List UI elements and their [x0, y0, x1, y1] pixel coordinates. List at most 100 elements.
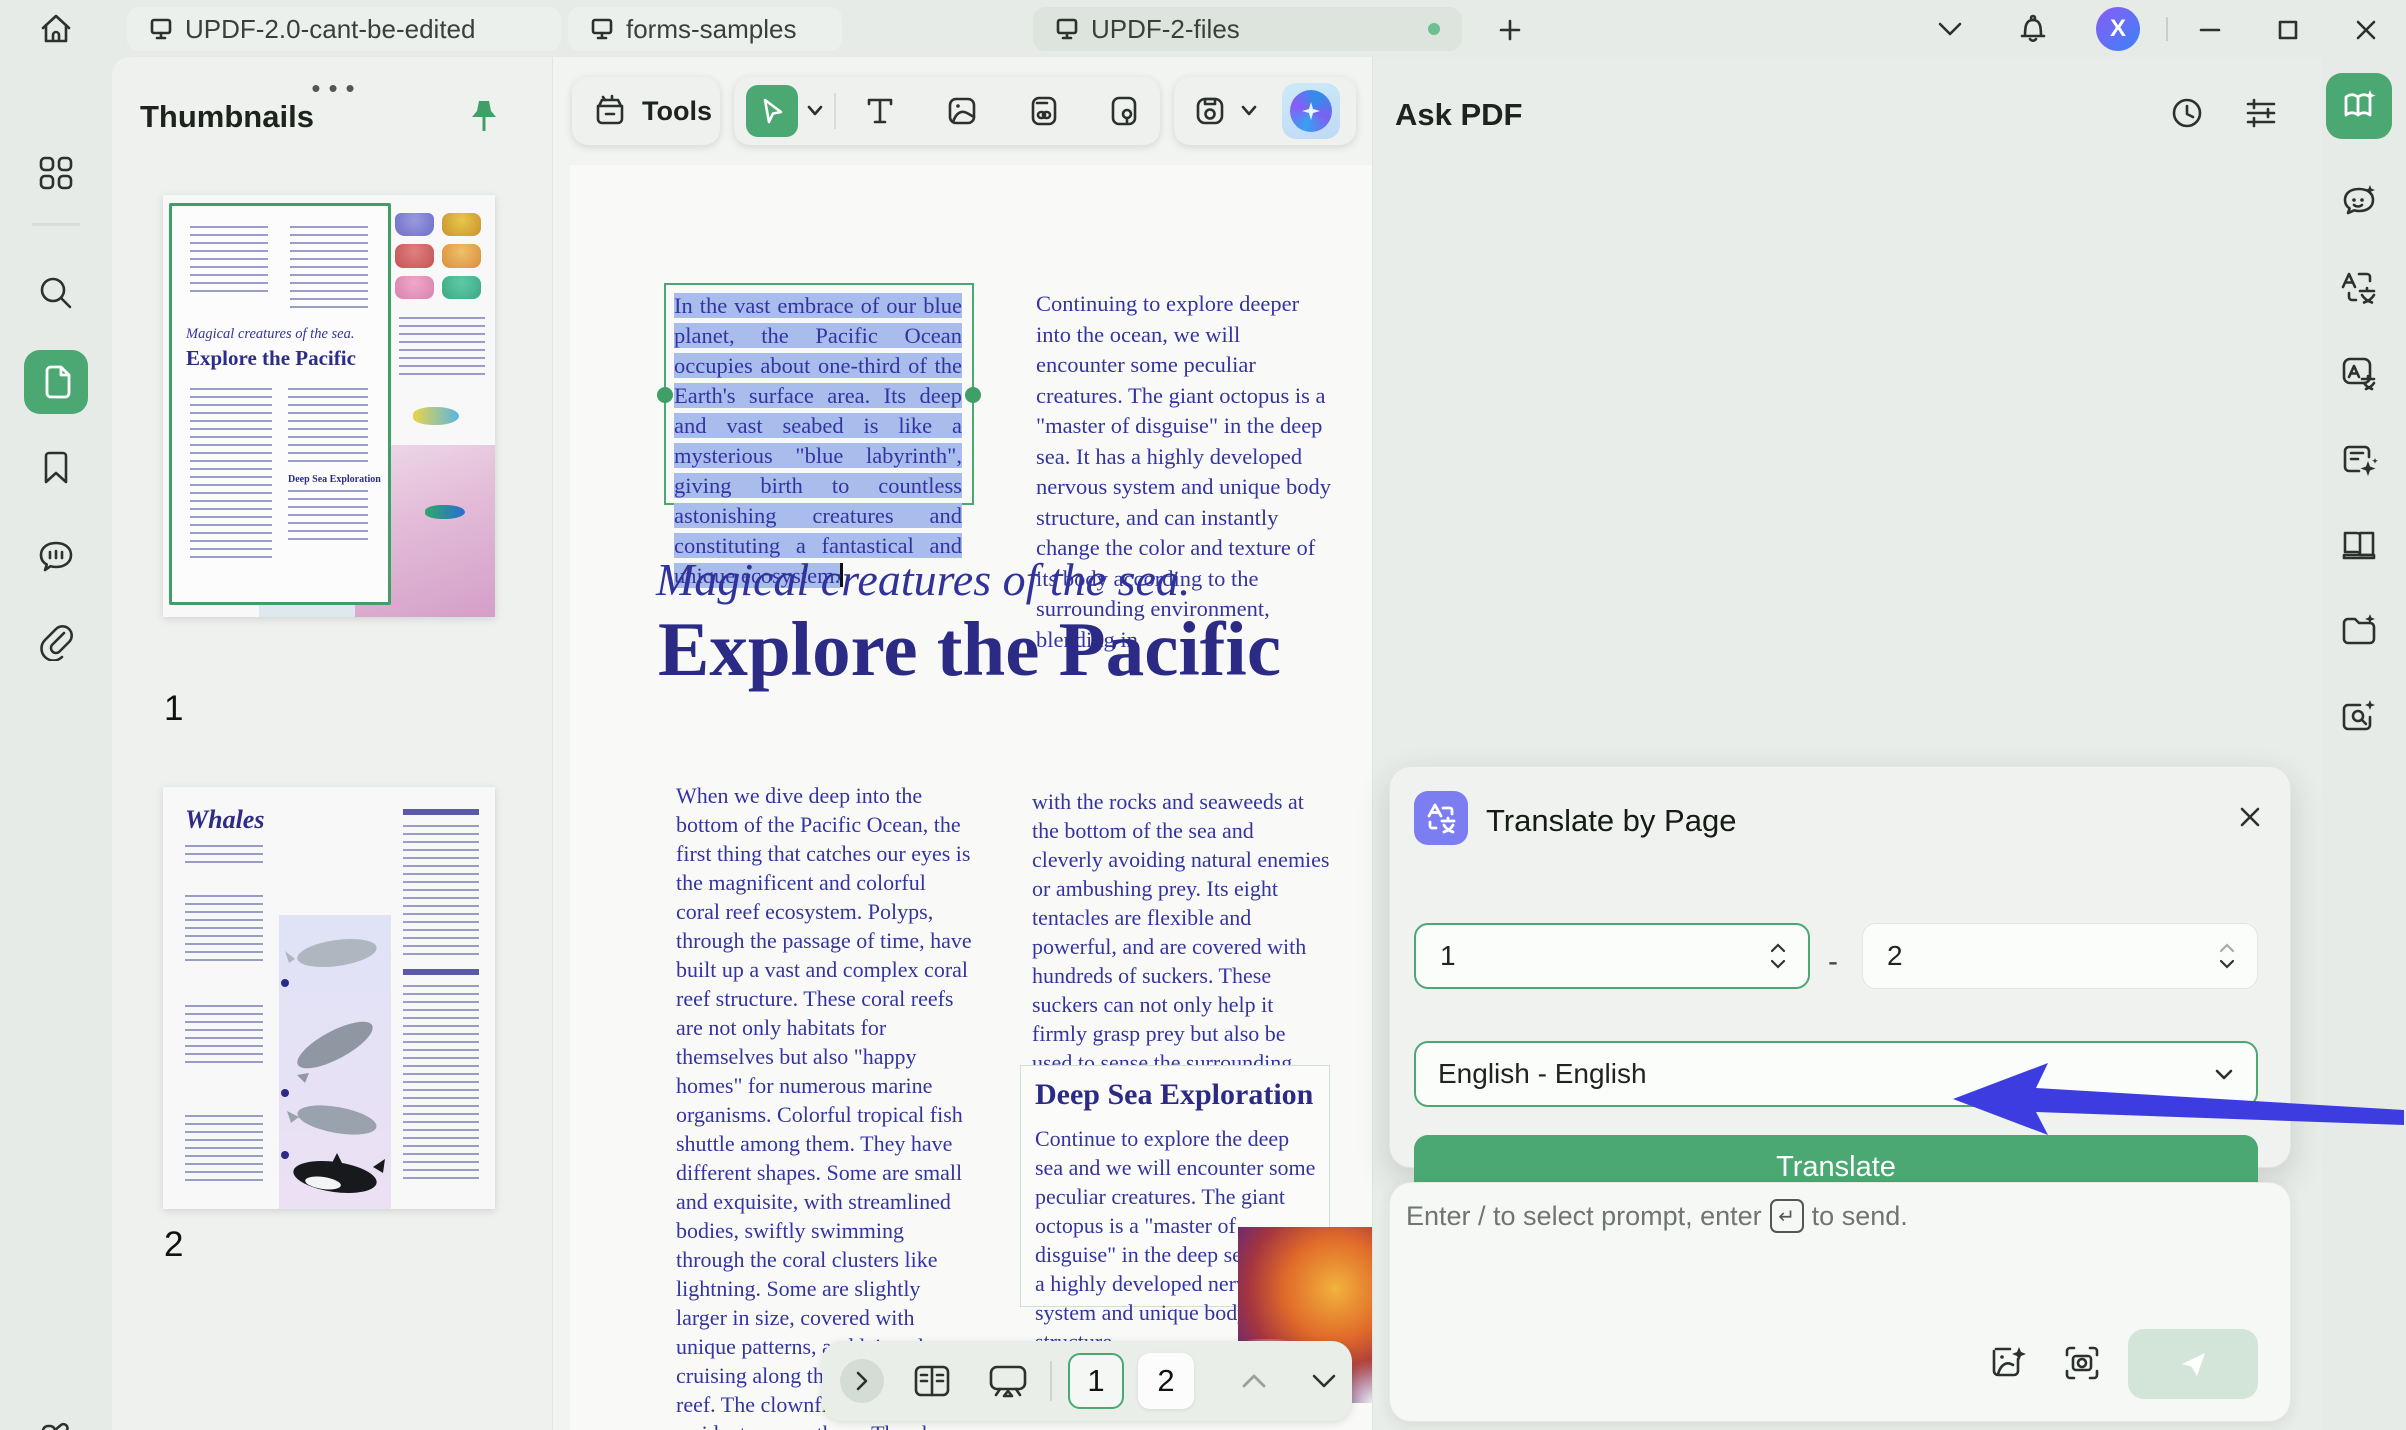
tab-forms-samples[interactable]: forms-samples — [568, 7, 842, 51]
collapse-nav-button[interactable] — [840, 1359, 884, 1403]
save-options-chevron-icon[interactable] — [1240, 105, 1258, 117]
language-dropdown[interactable]: English - English — [1414, 1041, 2258, 1107]
summarize-button[interactable] — [2327, 427, 2391, 491]
page-to-stepper[interactable] — [2219, 943, 2235, 969]
maximize-button[interactable] — [2268, 12, 2308, 48]
search-button[interactable] — [24, 261, 88, 325]
bookmark-icon — [37, 449, 75, 487]
pin-icon — [464, 95, 504, 139]
location-page-tool-button[interactable] — [1098, 91, 1150, 131]
close-button[interactable] — [2346, 12, 2386, 48]
page-to-input[interactable] — [1885, 939, 2089, 973]
settings-button[interactable] — [2239, 91, 2283, 135]
comments-button[interactable] — [24, 525, 88, 589]
previous-page-button[interactable] — [1234, 1365, 1274, 1397]
tab-updf-2-0-cant-be-edited[interactable]: UPDF-2.0-cant-be-edited — [127, 7, 561, 51]
minimize-button[interactable] — [2190, 12, 2230, 48]
titlebar-divider — [2166, 17, 2168, 41]
ask-pdf-tool-button[interactable] — [2326, 73, 2392, 139]
attachments-button[interactable] — [24, 609, 88, 673]
mini-subtitle: Magical creatures of the sea. — [186, 326, 354, 343]
body-column-1: When we dive deep into the bottom of the… — [676, 781, 974, 1430]
document-tab-icon — [1055, 17, 1079, 41]
thumbnails-panel: ••• Thumbnails — [112, 57, 553, 1430]
avatar[interactable]: X — [2096, 7, 2140, 51]
theme-palette-button[interactable] — [24, 1407, 88, 1430]
history-button[interactable] — [2165, 91, 2209, 135]
search-icon — [36, 273, 76, 313]
page-to-field[interactable] — [1862, 923, 2258, 989]
tab-list-button[interactable] — [1932, 14, 1968, 44]
range-separator: - — [1828, 945, 1838, 979]
ai-search-button[interactable] — [2327, 685, 2391, 749]
ai-files-button[interactable] — [2327, 599, 2391, 663]
toolbox-icon — [592, 93, 628, 129]
translate-text-button[interactable] — [2327, 255, 2391, 319]
panel-drag-handle[interactable]: ••• — [307, 73, 367, 104]
attach-image-button[interactable] — [1984, 1339, 2032, 1387]
stepper-up-icon[interactable] — [2219, 943, 2235, 953]
send-button[interactable] — [2128, 1329, 2258, 1399]
page-navigation-bar: 1 2 — [822, 1341, 1352, 1421]
image-tool-button[interactable] — [934, 91, 990, 131]
page-2-button[interactable]: 2 — [1138, 1353, 1194, 1409]
thumbnail-page-1[interactable]: Magical creatures of the sea. Explore th… — [163, 195, 495, 617]
save-button[interactable] — [1188, 91, 1232, 131]
selection-handle-right[interactable] — [965, 387, 981, 403]
stepper-down-icon[interactable] — [2219, 959, 2235, 969]
page-from-input[interactable] — [1438, 939, 1642, 973]
placeholder-prefix: Enter / to select prompt, enter — [1406, 1201, 1762, 1232]
sliders-icon — [2242, 94, 2280, 132]
updf-window: UPDF-2.0-cant-be-edited forms-samples UP… — [0, 0, 2406, 1430]
pin-panel-button[interactable] — [464, 95, 504, 139]
link-page-icon — [1027, 94, 1061, 128]
new-tab-button[interactable] — [1492, 12, 1528, 48]
home-button[interactable] — [34, 8, 78, 50]
left-rail — [0, 57, 112, 1430]
translate-page-button[interactable] — [2327, 341, 2391, 405]
tab-updf-2-files[interactable]: UPDF-2-files — [1033, 7, 1462, 51]
select-tool-chevron-icon[interactable] — [806, 105, 824, 117]
selected-text-box[interactable]: In the vast embrace of our blue planet, … — [664, 283, 974, 505]
ai-assistant-button[interactable] — [1282, 83, 1340, 139]
open-book-icon — [2339, 525, 2379, 565]
close-icon — [2353, 17, 2379, 43]
select-tool-button[interactable] — [746, 85, 798, 137]
image-sparkle-icon — [1988, 1343, 2028, 1383]
mini-title: Explore the Pacific — [186, 346, 356, 371]
bell-icon — [2016, 12, 2050, 46]
ai-chat-button[interactable] — [2327, 169, 2391, 233]
text-tool-button[interactable] — [852, 91, 908, 131]
document-area: In the vast embrace of our blue planet, … — [553, 57, 1372, 1430]
bookmarks-button[interactable] — [24, 436, 88, 500]
location-page-icon — [1107, 94, 1141, 128]
stepper-up-icon[interactable] — [1770, 943, 1786, 953]
presentation-button[interactable] — [980, 1359, 1036, 1403]
dialog-close-button[interactable] — [2232, 799, 2268, 835]
translate-dialog-title: Translate by Page — [1486, 803, 1736, 839]
read-mode-button[interactable] — [2327, 513, 2391, 577]
stepper-down-icon[interactable] — [1770, 959, 1786, 969]
notifications-button[interactable] — [2012, 8, 2054, 50]
page-1-button[interactable]: 1 — [1068, 1353, 1124, 1409]
tools-button[interactable]: Tools — [572, 77, 720, 145]
page-from-field[interactable] — [1414, 923, 1810, 989]
mini-whale-panel — [279, 915, 391, 1209]
ai-chat-icon — [2339, 181, 2379, 221]
thumbnail-page-2[interactable]: Whales — [163, 787, 495, 1209]
thumbnails-panel-button[interactable] — [24, 350, 88, 414]
page-from-stepper[interactable] — [1770, 943, 1786, 969]
comment-icon — [36, 537, 76, 577]
next-page-button[interactable] — [1304, 1365, 1344, 1397]
link-page-tool-button[interactable] — [1016, 91, 1072, 131]
tab-label: forms-samples — [626, 14, 796, 45]
two-page-view-button[interactable] — [906, 1359, 958, 1403]
apps-grid-button[interactable] — [24, 141, 88, 205]
selected-text: In the vast embrace of our blue planet, … — [674, 293, 962, 588]
paperclip-icon — [36, 621, 76, 661]
screenshot-button[interactable] — [2058, 1339, 2106, 1387]
ask-pdf-book-icon — [2340, 87, 2378, 125]
thumbnail-viewport[interactable]: Magical creatures of the sea. Explore th… — [169, 203, 391, 605]
prompt-input-card[interactable]: Enter / to select prompt, enter ↵ to sen… — [1389, 1182, 2291, 1422]
selection-handle-left[interactable] — [657, 387, 673, 403]
